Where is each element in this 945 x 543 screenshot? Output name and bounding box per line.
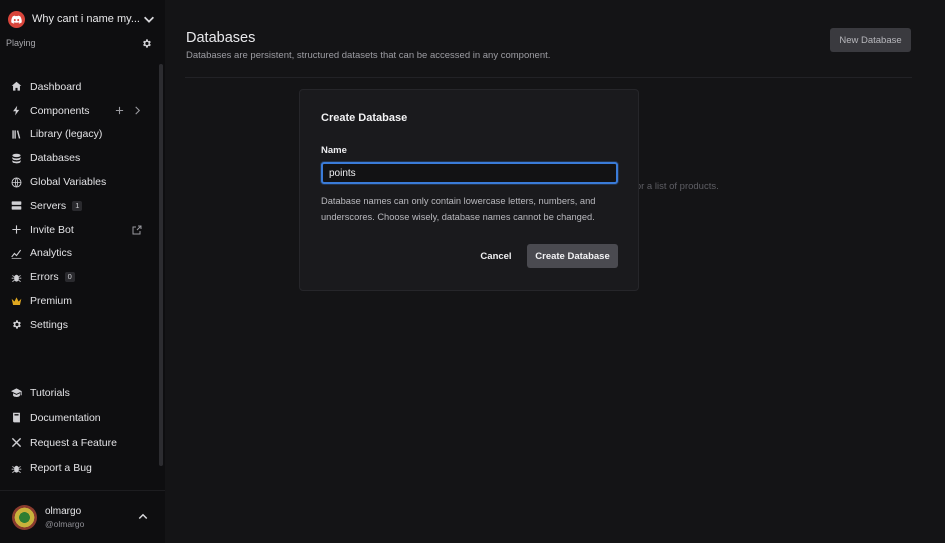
crown-icon [11,296,22,307]
sidebar-item-dashboard[interactable]: Dashboard [0,75,156,99]
sidebar-item-label: Premium [30,295,73,308]
sidebar-item-global-variables[interactable]: Global Variables [0,170,156,194]
avatar [12,504,37,530]
bot-status-row: Playing [6,36,152,50]
sidebar-item-label: Databases [30,152,81,165]
sidebar-item-label: Analytics [30,247,73,260]
sidebar-item-report-bug[interactable]: Report a Bug [0,456,156,481]
cancel-button[interactable]: Cancel [476,246,516,266]
bug-icon [11,463,22,474]
servers-count-badge: 1 [72,200,83,211]
home-icon [11,81,22,92]
book-icon [11,412,22,423]
chevron-down-icon [144,16,154,23]
new-database-button[interactable]: New Database [830,28,911,52]
add-icon[interactable] [115,106,124,115]
sidebar: Why cant i name my... Playing Dashboard … [0,0,165,543]
tools-icon [11,437,22,448]
sidebar-item-label: Invite Bot [30,223,74,236]
page-title: Databases [186,30,256,46]
divider [185,77,912,78]
globe-icon [11,177,22,188]
chevron-up-icon[interactable] [137,511,149,523]
gear-icon [11,319,22,330]
sidebar-item-errors[interactable]: Errors 0 [0,265,156,289]
create-database-dialog: Create Database Name Database names can … [299,89,639,291]
errors-count-badge: 0 [64,272,75,283]
graduation-cap-icon [11,387,22,398]
server-icon [11,200,22,211]
dialog-title: Create Database [321,112,408,124]
external-link-icon[interactable] [132,225,142,235]
sidebar-nav: Dashboard Components Library (legacy) Da… [0,75,156,337]
create-database-button[interactable]: Create Database [527,244,618,268]
sidebar-item-label: Report a Bug [30,462,92,475]
sidebar-item-label: Servers [30,199,67,212]
sidebar-item-label: Tutorials [30,386,70,399]
bot-selector[interactable]: Why cant i name my... [8,9,156,29]
chart-icon [11,248,22,259]
bolt-icon [11,105,22,116]
name-hint: Database names can only contain lowercas… [321,196,596,222]
bot-status: Playing [6,38,36,48]
discord-icon [11,15,22,24]
sidebar-item-invite-bot[interactable]: Invite Bot [0,218,156,242]
sidebar-scrollbar[interactable] [159,64,163,466]
sidebar-item-label: Settings [30,318,68,331]
user-name: olmargo [45,505,82,517]
page-subtitle: Databases are persistent, structured dat… [186,50,551,61]
library-icon [11,129,22,140]
sidebar-item-settings[interactable]: Settings [0,313,156,337]
plus-icon [11,224,22,235]
sidebar-item-request-feature[interactable]: Request a Feature [0,430,156,455]
sidebar-item-components[interactable]: Components [0,99,156,123]
database-name-input[interactable] [321,162,618,184]
sidebar-item-label: Library (legacy) [30,128,103,141]
sidebar-item-analytics[interactable]: Analytics [0,242,156,266]
sidebar-item-tutorials[interactable]: Tutorials [0,380,156,405]
bot-name: Why cant i name my... [32,13,140,25]
bug-icon [11,272,22,283]
user-info: olmargo @olmargo [45,506,137,529]
sidebar-item-label: Documentation [30,411,101,424]
sidebar-item-label: Request a Feature [30,436,117,449]
sidebar-item-premium[interactable]: Premium [0,289,156,313]
bot-avatar [8,10,25,28]
sidebar-item-label: Dashboard [30,80,82,93]
user-footer[interactable]: olmargo @olmargo [0,490,165,543]
gear-icon[interactable] [141,38,152,49]
sidebar-item-label: Global Variables [30,176,107,189]
sidebar-item-documentation[interactable]: Documentation [0,405,156,430]
sidebar-item-library[interactable]: Library (legacy) [0,123,156,147]
sidebar-item-databases[interactable]: Databases [0,146,156,170]
components-actions [115,106,142,115]
invite-bot-actions [132,225,142,235]
sidebar-secondary-nav: Tutorials Documentation Request a Featur… [0,380,156,481]
sidebar-item-label: Errors [30,271,59,284]
user-handle: @olmargo [45,518,85,529]
name-field-label: Name [321,145,347,156]
sidebar-item-label: Components [30,104,90,117]
database-icon [11,153,22,164]
sidebar-item-servers[interactable]: Servers 1 [0,194,156,218]
chevron-right-icon[interactable] [133,106,142,115]
